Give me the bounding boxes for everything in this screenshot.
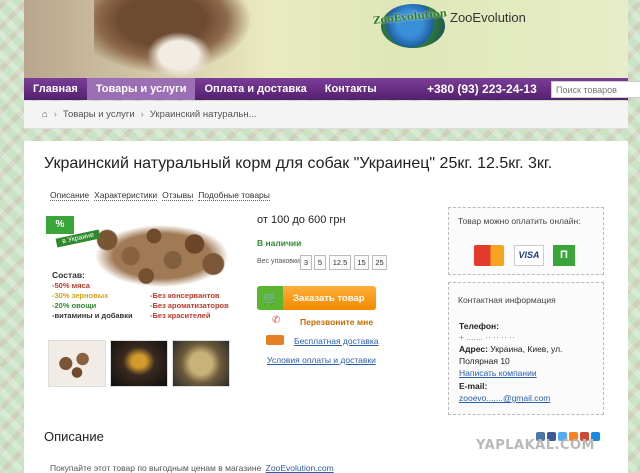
logo-text[interactable]: ZooEvolution <box>450 10 526 25</box>
tab-reviews[interactable]: Отзывы <box>162 190 194 201</box>
header-phone: +380 (93) 223-24-13 <box>427 82 537 96</box>
contact-address-line2: Полярная 10 <box>459 356 510 366</box>
composition-line: -30% зерновых <box>52 291 109 300</box>
main-nav: Главная Товары и услуги Оплата и доставк… <box>24 78 640 100</box>
page-title: Украинский натуральный корм для собак "У… <box>44 155 553 172</box>
breadcrumb-item-products[interactable]: Товары и услуги <box>63 109 135 120</box>
terms-link[interactable]: Условия оплаты и доставки <box>267 355 376 365</box>
contact-phone-value: + ....... ·· ·· ·· ·· <box>459 332 515 342</box>
no-additive-line: -Без красителей <box>150 311 211 320</box>
breadcrumb-item-current: Украинский натуральн... <box>149 109 257 120</box>
no-additive-line: -Без ароматизаторов <box>150 301 229 310</box>
weight-option-5[interactable]: 5 <box>314 255 326 270</box>
callback-link[interactable]: Перезвоните мне <box>273 317 373 327</box>
contact-email-link[interactable]: zooevo.......@gmail.com <box>459 393 550 403</box>
main-content: Украинский натуральный корм для собак "У… <box>24 141 628 473</box>
product-thumbnail[interactable] <box>172 340 230 387</box>
cart-icon: 🛒 <box>257 286 283 310</box>
nav-item-contacts[interactable]: Контакты <box>316 78 386 100</box>
store-link[interactable]: ZooEvolution.com <box>266 463 334 473</box>
weight-label: Вес упаковки: <box>257 258 302 265</box>
home-icon[interactable]: ⌂ <box>42 109 48 120</box>
contact-address: Адрес: Украина, Киев, ул. <box>459 344 562 354</box>
contact-box: Контактная информация Телефон: + .......… <box>448 282 604 415</box>
product-thumbnail[interactable] <box>48 340 106 387</box>
tab-specs[interactable]: Характеристики <box>94 190 158 201</box>
weight-option-25[interactable]: 25 <box>372 255 387 270</box>
product-price: от 100 до 600 грн <box>257 214 346 226</box>
callback-label: Перезвоните мне <box>300 317 374 327</box>
nav-item-payment[interactable]: Оплата и доставка <box>195 78 315 100</box>
order-button[interactable]: 🛒 Заказать товар <box>257 286 376 310</box>
contact-address-label: Адрес: <box>459 344 488 354</box>
tab-similar[interactable]: Подобные товары <box>198 190 270 201</box>
mastercard-icon <box>474 245 504 266</box>
contact-email-label: E-mail: <box>459 381 488 391</box>
header-dog-image-light <box>144 30 214 78</box>
composition-line: -витамины и добавки <box>52 311 133 320</box>
order-button-label: Заказать товар <box>293 292 365 304</box>
chevron-right-icon: › <box>53 109 57 120</box>
write-company-link[interactable]: Написать компании <box>459 368 537 378</box>
no-additive-line: -Без консервантов <box>150 291 220 300</box>
description-title: Описание <box>44 429 104 444</box>
payment-box: Товар можно оплатить онлайн: VISA П <box>448 207 604 275</box>
visa-icon: VISA <box>514 245 544 266</box>
contact-address-value: Украина, Киев, ул. <box>490 344 563 354</box>
payment-title: Товар можно оплатить онлайн: <box>458 216 581 226</box>
composition-line: -50% мяса <box>52 281 90 290</box>
delivery-label: Бесплатная доставка <box>294 336 379 346</box>
weight-option-12-5[interactable]: 12.5 <box>329 255 351 270</box>
breadcrumb: ⌂ › Товары и услуги › Украинский натурал… <box>24 101 628 129</box>
delivery-link[interactable]: Бесплатная доставка <box>267 336 379 346</box>
product-thumbnail[interactable] <box>110 340 168 387</box>
watermark: YAPLAKAL.COM <box>476 438 595 453</box>
description-text: Покупайте этот товар по выгодным ценам в… <box>50 463 334 473</box>
search-input[interactable] <box>551 81 640 98</box>
chevron-right-icon: › <box>140 109 144 120</box>
privatbank-icon: П <box>553 245 575 266</box>
tab-description[interactable]: Описание <box>50 190 90 201</box>
product-image[interactable]: % в Украине Состав: -50% мяса -30% зерно… <box>46 216 232 322</box>
composition-line: -20% овощи <box>52 301 97 310</box>
nav-item-home[interactable]: Главная <box>24 78 87 100</box>
weight-option-3[interactable]: 3 <box>300 255 312 270</box>
contact-title: Контактная информация <box>458 295 556 305</box>
kibble-image <box>76 216 232 296</box>
percent-badge: % <box>46 216 74 234</box>
nav-item-products[interactable]: Товары и услуги <box>86 78 196 100</box>
stock-status: В наличии <box>257 238 302 248</box>
composition-title: Состав: <box>52 270 85 280</box>
site-header: ZooEvolution ZooEvolution <box>24 0 628 78</box>
product-tabs: Описание Характеристики Отзывы Подобные … <box>50 190 270 201</box>
weight-option-15[interactable]: 15 <box>354 255 369 270</box>
contact-phone-label: Телефон: <box>459 321 499 331</box>
